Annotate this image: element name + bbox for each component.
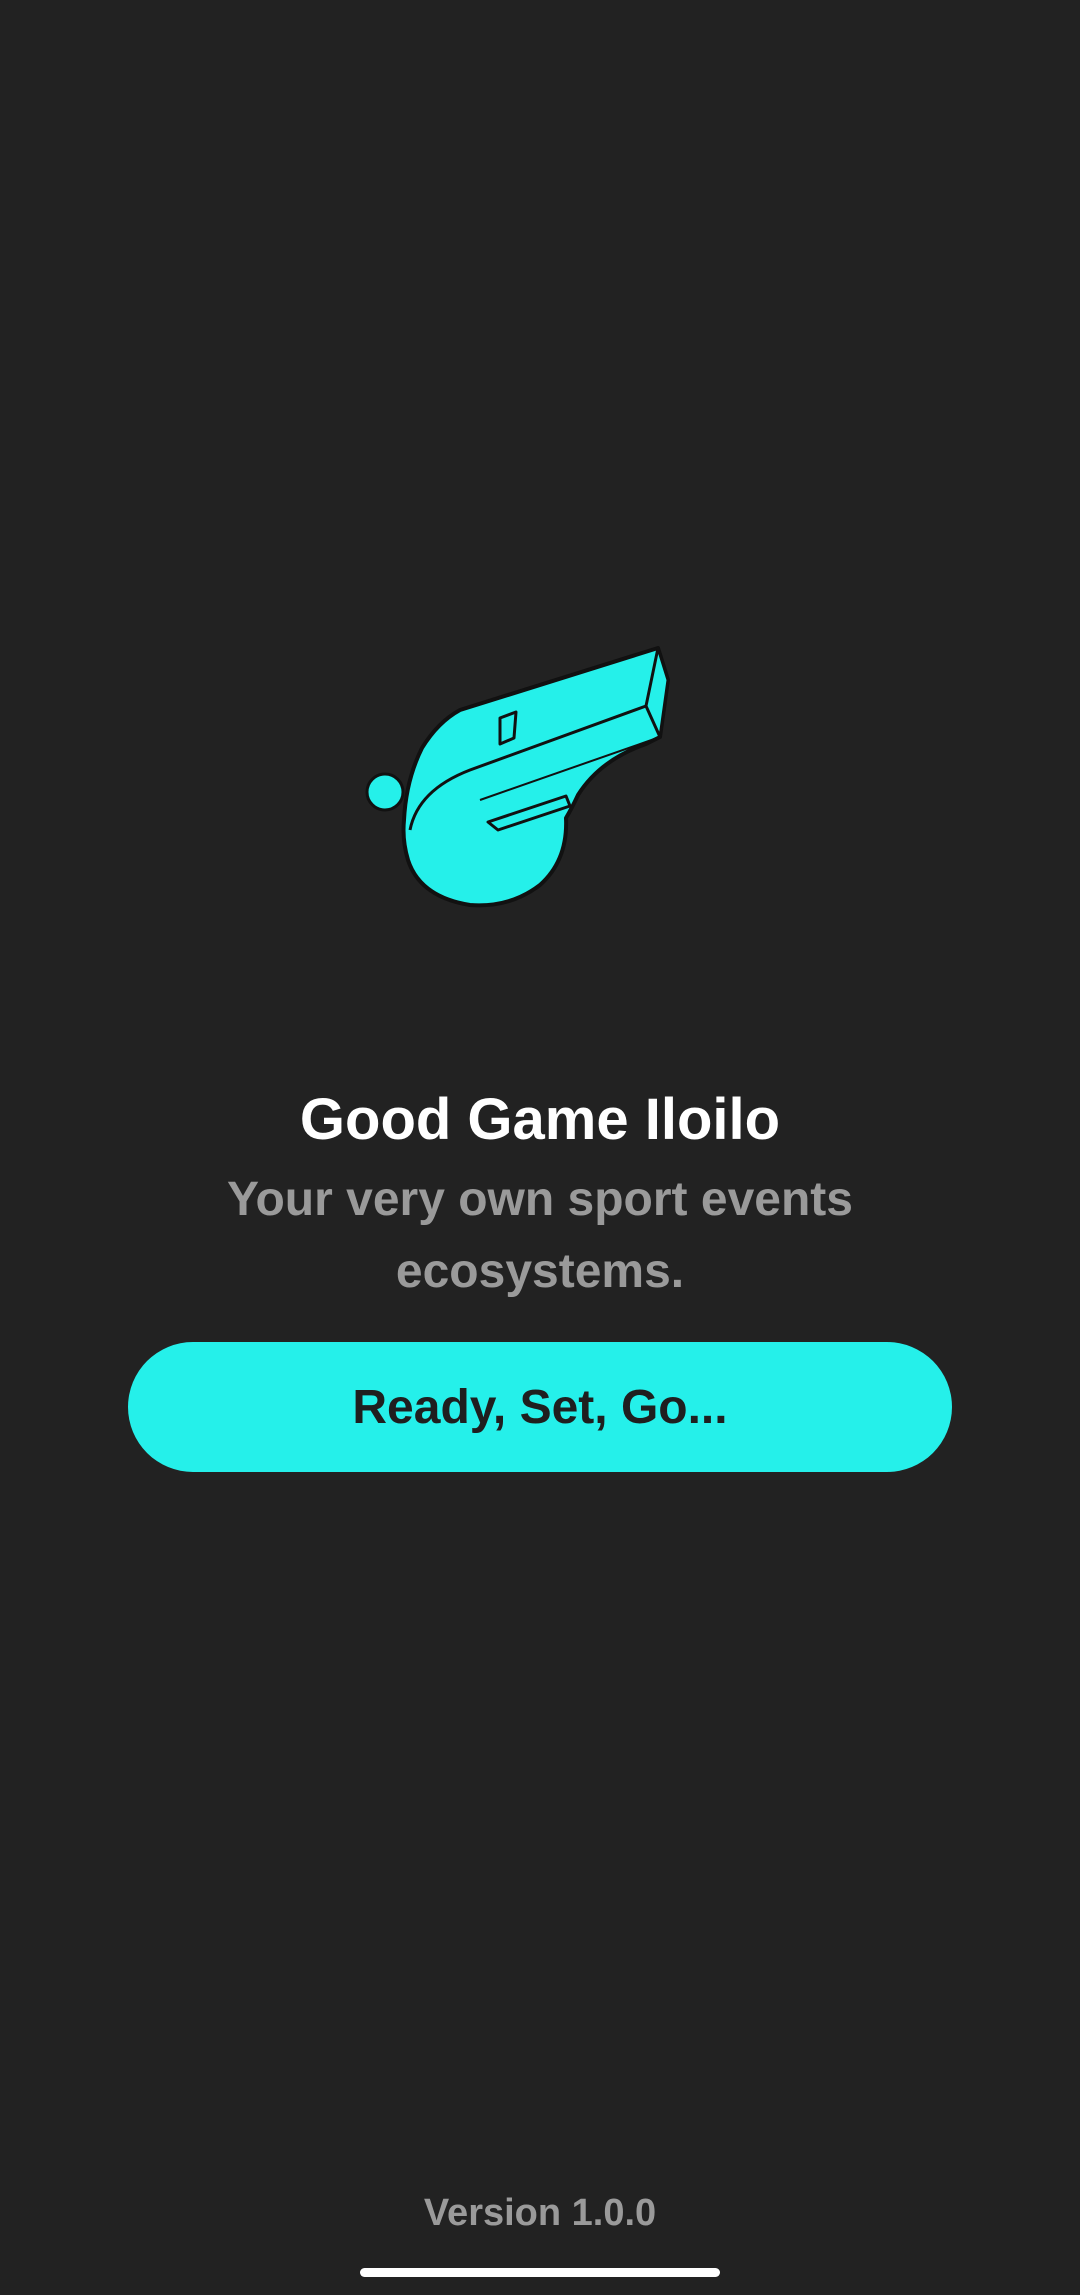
get-started-button-label: Ready, Set, Go... bbox=[352, 1380, 728, 1434]
welcome-screen: Good Game Iloilo Your very own sport eve… bbox=[0, 0, 1080, 2295]
app-title: Good Game Iloilo bbox=[299, 1087, 781, 1152]
whistle-icon bbox=[365, 646, 670, 908]
app-subtitle: Your very own sport events ecosystems. bbox=[227, 1173, 853, 1298]
home-indicator[interactable] bbox=[360, 2268, 720, 2277]
version-label: Version 1.0.0 bbox=[423, 2192, 657, 2234]
get-started-button[interactable]: Ready, Set, Go... bbox=[128, 1342, 952, 1472]
